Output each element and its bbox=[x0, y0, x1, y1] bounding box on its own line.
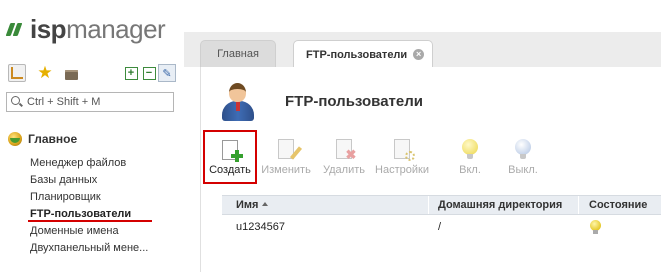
logo-manager: manager bbox=[66, 13, 166, 44]
search-input[interactable] bbox=[24, 96, 167, 108]
sidebar-toolbar: ★ + − ✎ bbox=[6, 64, 176, 84]
cell-name: u1234567 bbox=[236, 221, 285, 233]
page-title: FTP-пользователи bbox=[285, 92, 423, 110]
bulb-on-icon bbox=[590, 220, 601, 234]
create-button[interactable]: Создать bbox=[203, 130, 257, 184]
collapse-icon[interactable]: − bbox=[140, 64, 158, 82]
expand-icon[interactable]: + bbox=[122, 64, 140, 82]
edit-button[interactable]: Изменить bbox=[257, 131, 315, 183]
group-main[interactable]: Главное bbox=[8, 132, 77, 146]
column-name-label: Имя bbox=[236, 199, 259, 211]
menu-search[interactable] bbox=[6, 92, 174, 112]
delete-icon: ✖ bbox=[336, 139, 356, 161]
column-name[interactable]: Имя bbox=[236, 196, 269, 214]
enable-label: Вкл. bbox=[459, 164, 481, 176]
column-home[interactable]: Домашняя директория bbox=[438, 196, 562, 214]
disable-label: Выкл. bbox=[508, 164, 538, 176]
sort-asc-icon bbox=[262, 202, 269, 207]
logo: isp manager bbox=[5, 12, 166, 46]
delete-label: Удалить bbox=[323, 164, 365, 176]
table-row[interactable]: u1234567 / bbox=[222, 215, 661, 239]
table-header: Имя Домашняя директория Состояние bbox=[222, 195, 661, 215]
sidebar-item-dual-pane[interactable]: Двухпанельный мене... bbox=[30, 240, 148, 257]
tab-ftp-users-label: FTP-пользователи bbox=[306, 48, 408, 61]
user-icon bbox=[217, 80, 259, 122]
sidebar-item-databases[interactable]: Базы данных bbox=[30, 172, 148, 189]
content-panel: FTP-пользователи Создать Изменить ✖ Удал… bbox=[200, 67, 661, 272]
close-icon[interactable]: × bbox=[413, 49, 425, 60]
bulb-off-icon bbox=[515, 139, 531, 159]
bulb-on-icon bbox=[462, 139, 478, 159]
settings-button[interactable]: Настройки bbox=[373, 131, 431, 183]
briefcase-icon[interactable] bbox=[62, 64, 80, 82]
star-icon[interactable]: ★ bbox=[36, 64, 54, 82]
sidebar-item-ftp-users[interactable]: FTP-пользователи bbox=[27, 206, 153, 223]
tree-icon[interactable] bbox=[8, 64, 26, 82]
tab-ftp-users[interactable]: FTP-пользователи × bbox=[293, 40, 433, 68]
tab-bar: Главная FTP-пользователи × bbox=[184, 32, 661, 68]
globe-icon bbox=[8, 132, 22, 146]
settings-icon bbox=[394, 139, 415, 161]
logo-mark-icon bbox=[5, 20, 24, 38]
search-icon bbox=[10, 95, 24, 109]
sidebar-item-domains[interactable]: Доменные имена bbox=[30, 223, 148, 240]
main-area: Главная FTP-пользователи × FTP-пользоват… bbox=[184, 0, 661, 272]
enable-button[interactable]: Вкл. bbox=[441, 131, 499, 183]
page-header: FTP-пользователи bbox=[217, 80, 423, 122]
sidebar-item-file-manager[interactable]: Менеджер файлов bbox=[30, 155, 148, 172]
delete-button[interactable]: ✖ Удалить bbox=[315, 131, 373, 183]
cell-home: / bbox=[438, 221, 442, 233]
pin-icon[interactable]: ✎ bbox=[158, 64, 176, 82]
new-document-icon bbox=[222, 140, 243, 162]
edit-label: Изменить bbox=[261, 164, 311, 176]
ftp-users-table: Имя Домашняя директория Состояние u12345… bbox=[222, 195, 661, 239]
sidebar-nav: Менеджер файлов Базы данных Планировщик … bbox=[27, 155, 153, 257]
disable-button[interactable]: Выкл. bbox=[494, 131, 552, 183]
tab-home[interactable]: Главная bbox=[200, 40, 276, 67]
edit-icon bbox=[278, 139, 303, 160]
column-state[interactable]: Состояние bbox=[589, 196, 647, 214]
sidebar: ispmanager ★ + − ✎ Главное Менеджер файл… bbox=[0, 0, 184, 272]
sidebar-item-scheduler[interactable]: Планировщик bbox=[30, 189, 148, 206]
logo-isp: isp bbox=[30, 13, 67, 44]
create-label: Создать bbox=[209, 164, 251, 176]
group-main-label: Главное bbox=[28, 132, 78, 146]
settings-label: Настройки bbox=[375, 164, 429, 176]
